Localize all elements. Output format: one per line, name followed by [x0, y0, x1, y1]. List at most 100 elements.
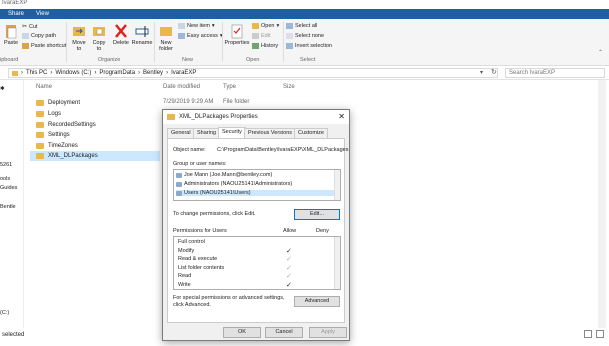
divider: [222, 22, 223, 62]
list-item[interactable]: Logs: [30, 109, 160, 119]
list-item[interactable]: Deployment: [30, 98, 160, 108]
scissors-icon: ✂: [22, 24, 28, 30]
security-tab-panel: Object name: C:\ProgramData\Bentley\Ivar…: [167, 138, 349, 323]
vertical-scrollbar[interactable]: [598, 80, 606, 328]
easy-access-icon: [178, 33, 185, 39]
folder-icon: [167, 114, 175, 120]
breadcrumb-bentley[interactable]: Bentley: [143, 70, 163, 76]
user-name: Administrators (NAOU25141\Administrators…: [184, 181, 293, 187]
properties-button[interactable]: Properties: [224, 23, 250, 46]
history-button[interactable]: History: [252, 43, 278, 49]
new-folder-button[interactable]: New folder: [155, 23, 177, 52]
dialog-title: XML_DLPackages Properties: [179, 114, 258, 120]
cut-button[interactable]: ✂ Cut: [22, 23, 38, 31]
edit-button[interactable]: Edit...: [294, 209, 340, 220]
user-name: Users (NAOU25141\Users): [184, 190, 251, 196]
details-view-icon[interactable]: [584, 330, 592, 338]
tab-view[interactable]: View: [32, 10, 53, 19]
advanced-button[interactable]: Advanced: [294, 296, 340, 307]
new-group-label: New: [182, 57, 194, 63]
allow-check-icon: ✓: [286, 273, 292, 280]
user-list-scrollbar[interactable]: [334, 170, 340, 200]
list-item-name: XML_DLPackages: [48, 153, 98, 159]
nav-item[interactable]: (C:): [0, 310, 9, 316]
nav-item[interactable]: 5261: [0, 162, 12, 168]
edit-label: Edit: [261, 33, 271, 39]
move-to-button[interactable]: Move to: [68, 23, 90, 52]
object-name-value: C:\ProgramData\Bentley\IvaraEXP\XML_DLPa…: [217, 147, 349, 153]
folder-icon: [12, 70, 18, 76]
paste-button[interactable]: Paste: [0, 23, 22, 46]
permissions-header: Permissions for Users: [173, 228, 227, 234]
allow-check-icon: ✓: [286, 282, 292, 289]
delete-button[interactable]: Delete: [110, 23, 132, 46]
apply-button[interactable]: Apply: [309, 327, 347, 338]
copy-to-button[interactable]: Copy to: [88, 23, 110, 52]
delete-icon: [115, 24, 127, 38]
permission-name: List folder contents: [178, 265, 225, 271]
breadcrumb-this-pc[interactable]: This PC: [26, 70, 47, 76]
permissions-scrollbar[interactable]: [334, 237, 340, 289]
rename-button[interactable]: Rename: [131, 23, 153, 46]
new-item-label: New item: [187, 23, 210, 29]
copy-path-icon: [22, 33, 29, 39]
user-name: Joe Mann (Joe.Mann@bentley.com): [184, 172, 273, 178]
dropdown-chevron-icon[interactable]: ▾: [480, 69, 483, 76]
object-name-label: Object name:: [173, 147, 206, 153]
list-item-selected[interactable]: Users (NAOU25141\Users): [176, 190, 334, 196]
cancel-button[interactable]: Cancel: [265, 327, 303, 338]
list-item[interactable]: RecordedSettings: [30, 120, 160, 130]
column-header-name[interactable]: Name: [36, 84, 52, 90]
list-item[interactable]: Settings: [30, 130, 160, 140]
close-icon[interactable]: ✕: [338, 112, 345, 121]
paste-icon: [6, 25, 17, 39]
refresh-icon[interactable]: ↻: [491, 68, 497, 76]
breadcrumb-windows-c[interactable]: Windows (C:): [55, 70, 91, 76]
nav-item[interactable]: ools: [0, 176, 10, 182]
tab-general[interactable]: General: [167, 128, 195, 138]
select-none-icon: [286, 33, 293, 39]
tab-previous-versions[interactable]: Previous Versions: [244, 128, 297, 138]
breadcrumb[interactable]: › This PC › Windows (C:) › ProgramData ›…: [8, 68, 498, 78]
permission-name: Modify: [178, 248, 195, 254]
invert-selection-button[interactable]: Invert selection: [286, 43, 332, 49]
list-item-selected[interactable]: XML_DLPackages: [30, 151, 160, 161]
edit-button[interactable]: Edit: [252, 33, 270, 39]
select-all-button[interactable]: Select all: [286, 23, 317, 29]
nav-item[interactable]: Guides: [0, 185, 17, 191]
select-group-label: Select: [300, 57, 316, 63]
tab-security[interactable]: Security: [218, 127, 246, 138]
new-item-button[interactable]: New item ▾: [178, 23, 215, 29]
breadcrumb-ivaraexp[interactable]: IvaraEXP: [171, 70, 196, 76]
easy-access-button[interactable]: Easy access▾: [178, 33, 223, 39]
nav-item[interactable]: Bentle: [0, 204, 16, 210]
tab-customize[interactable]: Customize: [294, 128, 328, 138]
collapse-ribbon-icon[interactable]: ⌃: [598, 49, 603, 56]
column-header-size[interactable]: Size: [283, 84, 295, 90]
tab-share[interactable]: Share: [4, 10, 28, 19]
new-folder-label: New folder: [159, 40, 173, 52]
cut-label: Cut: [29, 23, 38, 30]
chevron-down-icon: ▾: [276, 23, 280, 29]
paste-shortcut-button[interactable]: Paste shortcut: [22, 43, 66, 49]
list-item-name: Settings: [48, 132, 70, 138]
column-header-date[interactable]: Date modified: [163, 84, 200, 90]
user-list[interactable]: Joe Mann (Joe.Mann@bentley.com) Administ…: [173, 169, 341, 201]
tab-sharing[interactable]: Sharing: [193, 128, 220, 138]
list-item[interactable]: Administrators (NAOU25141\Administrators…: [176, 181, 292, 187]
list-item[interactable]: TimeZones: [30, 141, 160, 151]
open-button[interactable]: Open ▾: [252, 23, 279, 29]
breadcrumb-programdata[interactable]: ProgramData: [99, 70, 135, 76]
folder-icon: [36, 132, 44, 138]
select-none-button[interactable]: Select none: [286, 33, 324, 39]
list-item[interactable]: Joe Mann (Joe.Mann@bentley.com): [176, 172, 272, 178]
copy-path-button[interactable]: Copy path: [22, 33, 56, 39]
ok-button[interactable]: OK: [223, 327, 261, 338]
open-group-label: Open: [246, 57, 260, 63]
navigation-pane: ✱ 5261 ools Guides Bentle (C:): [0, 80, 24, 328]
column-header-type[interactable]: Type: [223, 84, 236, 90]
search-input[interactable]: Search IvaraEXP: [505, 68, 605, 78]
easy-access-label: Easy access: [187, 33, 218, 39]
large-icons-view-icon[interactable]: [596, 330, 604, 338]
open-icon: [252, 23, 259, 29]
